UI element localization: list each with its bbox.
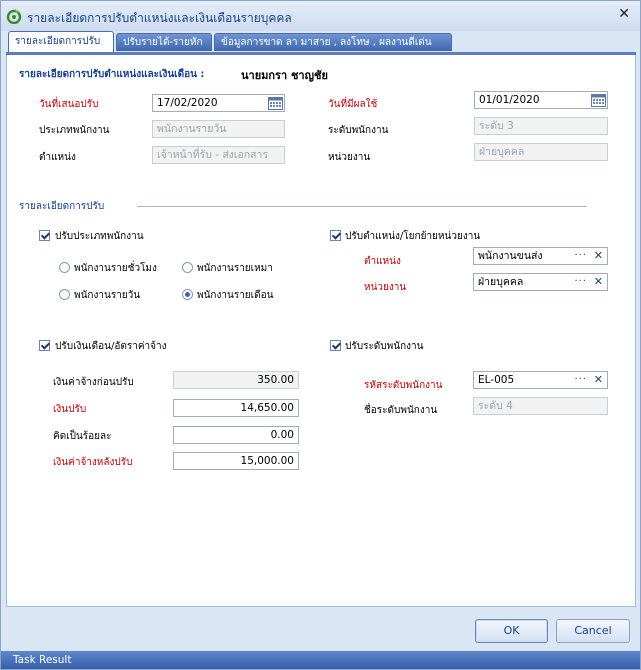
adjust-salary-checkbox[interactable] <box>39 340 50 351</box>
effective-date-input[interactable]: 01/01/2020 <box>474 91 608 109</box>
level-code-value: EL-005 <box>478 374 515 386</box>
adjust-level-label: ปรับระดับพนักงาน <box>345 341 424 352</box>
propose-date-value: 17/02/2020 <box>157 97 218 109</box>
position-label: ตำแหน่ง <box>39 152 76 163</box>
level-code-label: รหัสระดับพนักงาน <box>364 380 443 391</box>
tab-income-deduction[interactable]: ปรับรายได้-รายหัก <box>116 33 212 51</box>
dialog-footer: OK Cancel <box>1 608 640 650</box>
level-name-label: ชื่อระดับพนักงาน <box>364 405 438 416</box>
department-field: ฝ่ายบุคคล <box>474 143 608 161</box>
app-logo-icon <box>6 9 22 24</box>
clear-icon[interactable]: ✕ <box>594 372 603 388</box>
employee-level-label: ระดับพนักงาน <box>328 125 389 136</box>
effective-date-label: วันที่มีผลใช้ <box>328 99 378 110</box>
clear-icon[interactable]: ✕ <box>594 274 603 290</box>
window-title: รายละเอียดการปรับตำแหน่งและเงินเดือนรายบ… <box>27 11 292 25</box>
position-field: เจ้าหน้าที่รับ - ส่งเอกสาร <box>152 146 285 164</box>
employee-type-field: พนักงานรายวัน <box>152 120 285 138</box>
effective-date-value: 01/01/2020 <box>479 94 540 106</box>
tab-strip: รายละเอียดการปรับ ปรับรายได้-รายหัก ข้อม… <box>6 31 636 55</box>
percent-input[interactable]: 0.00 <box>173 426 299 444</box>
new-department-lookup[interactable]: ฝ่ายบุคคล ··· ✕ <box>473 273 608 291</box>
close-icon[interactable]: ✕ <box>618 6 630 22</box>
new-position-label: ตำแหน่ง <box>364 256 401 267</box>
radio-contract-label: พนักงานรายเหมา <box>197 263 273 274</box>
employee-name: นายมกรา ชาญชัย <box>241 69 328 82</box>
clear-icon[interactable]: ✕ <box>594 248 603 264</box>
tab-adjust-details[interactable]: รายละเอียดการปรับ <box>8 31 114 52</box>
employee-type-label: ประเภทพนักงาน <box>39 125 110 136</box>
ellipsis-icon[interactable]: ··· <box>574 274 587 290</box>
salary-adjust-label: เงินปรับ <box>53 404 87 415</box>
employee-section-title: รายละเอียดการปรับตำแหน่งและเงินเดือน : <box>19 69 205 80</box>
adjust-type-checkbox[interactable] <box>39 230 50 241</box>
new-position-lookup[interactable]: พนักงานขนส่ง ··· ✕ <box>473 247 608 265</box>
salary-after-input[interactable]: 15,000.00 <box>173 452 299 470</box>
radio-monthly-label: พนักงานรายเดือน <box>197 290 274 301</box>
radio-contract[interactable] <box>182 262 193 273</box>
adjust-position-label: ปรับตำแหน่ง/โยกย้ายหน่วยงาน <box>345 231 481 242</box>
salary-before-field: 350.00 <box>173 371 299 389</box>
new-department-label: หน่วยงาน <box>364 282 407 293</box>
adjust-position-checkbox[interactable] <box>330 230 341 241</box>
calendar-icon[interactable] <box>268 96 283 110</box>
cancel-button[interactable]: Cancel <box>556 619 630 643</box>
ellipsis-icon[interactable]: ··· <box>574 372 587 388</box>
radio-daily-label: พนักงานรายวัน <box>74 290 141 301</box>
department-label: หน่วยงาน <box>328 152 371 163</box>
tab-attendance-record[interactable]: ข้อมูลการขาด ลา มาสาย , ลงโทษ , ผลงานดีเ… <box>214 33 452 51</box>
tab-panel: รายละเอียดการปรับตำแหน่งและเงินเดือน : น… <box>6 55 636 607</box>
salary-before-label: เงินค่าจ้างก่อนปรับ <box>53 377 134 388</box>
calendar-icon[interactable] <box>591 93 606 107</box>
radio-hourly[interactable] <box>59 262 70 273</box>
new-department-value: ฝ่ายบุคคล <box>478 276 524 288</box>
level-name-field: ระดับ 4 <box>473 397 608 415</box>
salary-after-label: เงินค่าจ้างหลังปรับ <box>53 457 133 468</box>
employee-level-field: ระดับ 3 <box>474 117 608 135</box>
adjust-type-label: ปรับประเภทพนักงาน <box>55 231 144 242</box>
adjust-salary-label: ปรับเงินเดือน/อัตราค่าจ้าง <box>55 341 167 352</box>
radio-daily[interactable] <box>59 289 70 300</box>
task-result-bar[interactable]: Task Result <box>1 651 640 669</box>
adjust-level-checkbox[interactable] <box>330 340 341 351</box>
percent-label: คิดเป็นร้อยละ <box>53 431 112 442</box>
new-position-value: พนักงานขนส่ง <box>478 250 543 262</box>
salary-adjust-input[interactable]: 14,650.00 <box>173 399 299 417</box>
propose-date-label: วันที่เสนอปรับ <box>39 99 99 110</box>
ellipsis-icon[interactable]: ··· <box>574 248 587 264</box>
title-bar[interactable]: รายละเอียดการปรับตำแหน่งและเงินเดือนรายบ… <box>1 1 640 31</box>
level-code-lookup[interactable]: EL-005 ··· ✕ <box>473 371 608 389</box>
ok-button[interactable]: OK <box>475 619 548 643</box>
propose-date-input[interactable]: 17/02/2020 <box>152 94 285 112</box>
dialog-window: รายละเอียดการปรับตำแหน่งและเงินเดือนรายบ… <box>0 0 641 670</box>
adjust-section-title: รายละเอียดการปรับ <box>19 201 105 212</box>
radio-monthly[interactable] <box>182 289 193 300</box>
radio-hourly-label: พนักงานรายชั่วโมง <box>74 263 157 274</box>
section-divider <box>137 206 587 207</box>
